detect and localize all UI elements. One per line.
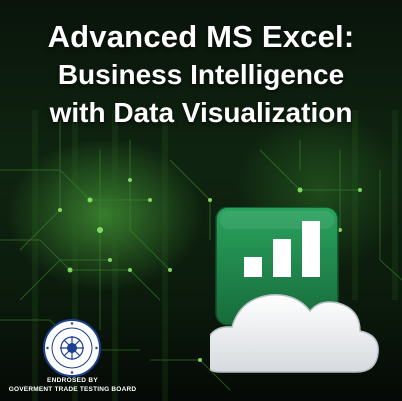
title-line-3: with Data Visualization	[49, 97, 353, 128]
title-line-1: Advanced MS Excel:	[47, 19, 355, 54]
excel-cloud-chart-icon	[210, 207, 379, 373]
endorsement-label: ENDROSED BY	[47, 377, 98, 384]
course-banner: Advanced MS Excel: Business Intelligence…	[0, 0, 402, 401]
endorsing-body-name: GOVERMENT TRADE TESTING BOARD	[8, 386, 137, 393]
course-title: Advanced MS Excel: Business Intelligence…	[0, 18, 402, 132]
title-line-2: Business Intelligence	[57, 59, 345, 90]
government-seal-icon	[43, 319, 101, 377]
